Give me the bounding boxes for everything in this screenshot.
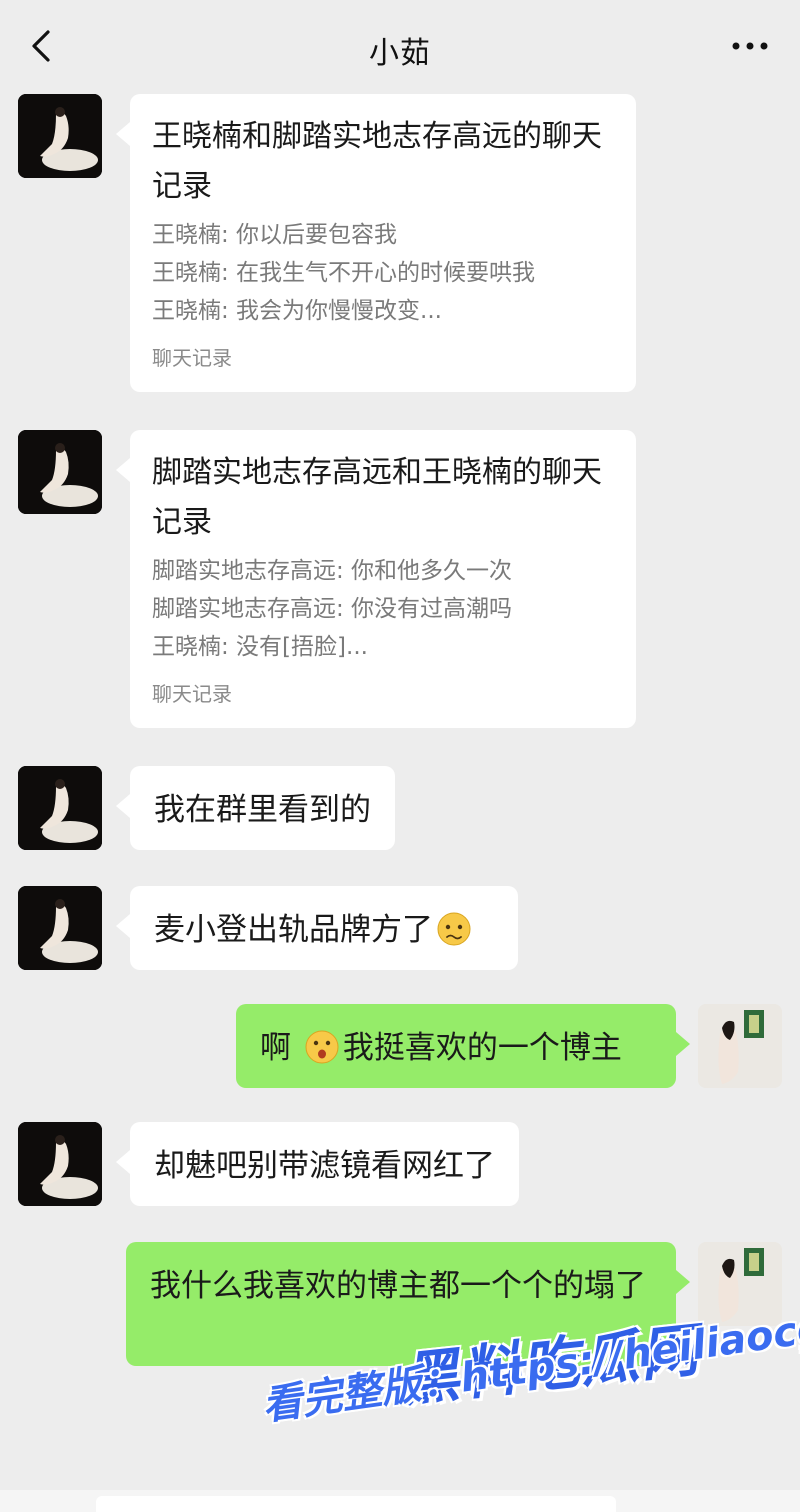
chat-record-line: 王晓楠: 你以后要包容我	[152, 222, 398, 248]
chat-record-line: 王晓楠: 在我生气不开心的时候要哄我	[152, 260, 536, 286]
contact-avatar[interactable]	[18, 1122, 102, 1206]
chat-record-line: 脚踏实地志存高远: 你和他多久一次	[152, 558, 513, 584]
chat-record-line: 王晓楠: 我会为你慢慢改变...	[152, 298, 442, 324]
chat-record-footer: 聊天记录	[152, 682, 232, 706]
contact-avatar[interactable]	[18, 886, 102, 970]
chat-record-title: 脚踏实地志存高远和王晓楠的聊天记录	[152, 455, 602, 540]
self-message-bubble[interactable]: 啊 我挺喜欢的一个博主	[236, 1004, 690, 1088]
chat-record-footer: 聊天记录	[152, 346, 232, 370]
chat-header: 小茹	[0, 0, 800, 96]
chat-record-title: 王晓楠和脚踏实地志存高远的聊天记录	[152, 119, 602, 204]
message-text: 我什么我喜欢的博主都一个个的塌了	[150, 1268, 646, 1304]
message-text: 我在群里看到的	[154, 792, 371, 828]
message-input[interactable]	[96, 1496, 616, 1512]
message-bubble[interactable]: 却魅吧别带滤镜看网红了	[116, 1122, 519, 1206]
self-avatar[interactable]	[698, 1004, 782, 1088]
message-text: 麦小登出轨品牌方了	[154, 912, 433, 948]
contact-avatar[interactable]	[18, 766, 102, 850]
contact-avatar[interactable]	[18, 430, 102, 514]
shocked-emoji-icon	[305, 1030, 339, 1064]
chat-title: 小茹	[369, 36, 431, 71]
more-dots-icon[interactable]	[730, 30, 770, 62]
message-bubble[interactable]: 麦小登出轨品牌方了	[116, 886, 518, 970]
chat-record-card[interactable]: 王晓楠和脚踏实地志存高远的聊天记录 王晓楠: 你以后要包容我 王晓楠: 在我生气…	[116, 94, 636, 392]
message-text: 却魅吧别带滤镜看网红了	[154, 1148, 495, 1184]
message-text: 啊	[260, 1030, 291, 1066]
awkward-emoji-icon	[437, 912, 471, 946]
chat-record-line: 王晓楠: 没有[捂脸]...	[152, 634, 368, 660]
message-text: 我挺喜欢的一个博主	[342, 1030, 622, 1066]
message-bubble[interactable]: 我在群里看到的	[116, 766, 395, 850]
chat-record-line: 脚踏实地志存高远: 你没有过高潮吗	[152, 596, 513, 622]
contact-avatar[interactable]	[18, 94, 102, 178]
chat-record-card[interactable]: 脚踏实地志存高远和王晓楠的聊天记录 脚踏实地志存高远: 你和他多久一次 脚踏实地…	[116, 430, 636, 728]
